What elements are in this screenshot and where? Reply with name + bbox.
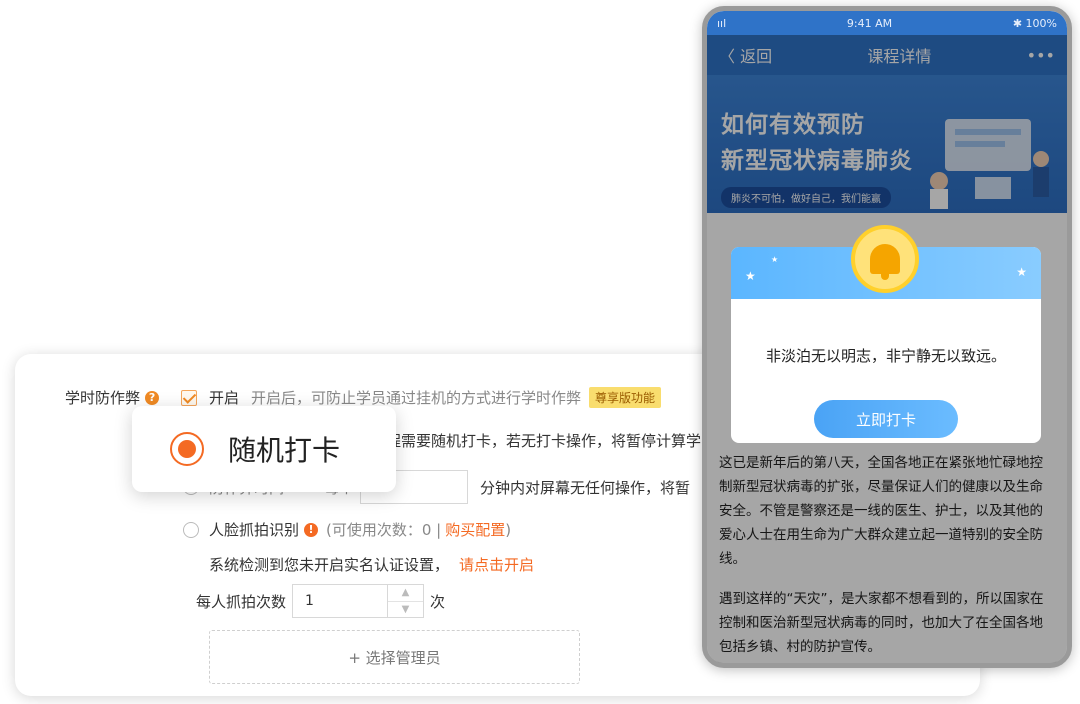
- face-capture-close: ): [505, 520, 512, 539]
- random-checkin-label: 随机打卡: [228, 434, 341, 467]
- anti-cheat-label: 学时防作弊: [65, 389, 141, 407]
- phone-mockup: ııl 9:41 AM ✱ 100% 〈 返回 课程详情 ••• 如何有效预防 …: [702, 6, 1072, 668]
- stepper-down-icon[interactable]: ▼: [388, 602, 423, 618]
- info-icon[interactable]: !: [304, 522, 319, 537]
- stepper-up-icon[interactable]: ▲: [388, 585, 424, 602]
- checkin-now-button[interactable]: 立即打卡: [814, 400, 958, 438]
- premium-badge: 尊享版功能: [589, 387, 662, 408]
- enable-description: 开启后，可防止学员通过挂机的方式进行学时作弊: [251, 389, 582, 407]
- signal-icon: ııl: [717, 16, 727, 30]
- face-capture-row: 人脸抓拍识别 ! (可使用次数：0 | 购买配置 ): [183, 519, 511, 540]
- random-checkin-radio[interactable]: [170, 432, 204, 466]
- captures-input[interactable]: 1: [292, 584, 389, 618]
- random-checkin-option[interactable]: 随机打卡: [132, 406, 396, 492]
- buy-config-link[interactable]: 购买配置: [445, 519, 505, 540]
- star-icon: ★: [1016, 265, 1027, 279]
- face-capture-label: 人脸抓拍识别: [209, 521, 300, 539]
- enable-label: 开启: [209, 389, 240, 407]
- battery-indicator: ✱ 100%: [1012, 16, 1057, 30]
- status-bar: ııl 9:41 AM ✱ 100%: [707, 11, 1067, 35]
- screenshot-stage: 学时防作弊 ? 开启 开启后，可防止学员通过挂机的方式进行学时作弊 尊享版功能 …: [0, 0, 1080, 704]
- checkin-dialog: ★ ★ ★ 非淡泊无以明志，非宁静无以致远。 立即打卡: [731, 225, 1041, 443]
- captures-row: 每人抓拍次数 1 ▲ ▼ 次: [196, 584, 445, 618]
- inactivity-suffix: 分钟内对屏幕无任何操作，将暂: [480, 478, 691, 497]
- star-icon: ★: [745, 269, 756, 283]
- dialog-message: 非淡泊无以明志，非宁静无以致远。: [765, 347, 1006, 365]
- status-time: 9:41 AM: [846, 16, 893, 30]
- random-checkin-description: 程需要随机打卡，若无打卡操作，将暂停计算学: [386, 432, 702, 450]
- enable-checkbox[interactable]: [181, 389, 198, 406]
- random-checkin-row: 程需要随机打卡，若无打卡操作，将暂停计算学: [386, 430, 701, 451]
- realname-enable-link[interactable]: 请点击开启: [459, 554, 534, 575]
- captures-label: 每人抓拍次数: [196, 592, 287, 611]
- bell-icon: [851, 225, 919, 293]
- face-capture-radio[interactable]: [183, 521, 199, 538]
- anti-cheat-row: 学时防作弊 ? 开启 开启后，可防止学员通过挂机的方式进行学时作弊 尊享版功能: [65, 387, 662, 408]
- realname-row: 系统检测到您未开启实名认证设置， 请点击开启: [209, 554, 534, 575]
- realname-notice: 系统检测到您未开启实名认证设置，: [209, 556, 450, 574]
- help-icon[interactable]: ?: [145, 390, 160, 405]
- select-admin-button[interactable]: + 选择管理员: [209, 630, 580, 684]
- captures-stepper[interactable]: ▲ ▼: [388, 584, 425, 618]
- sparkle-icon: ★: [771, 255, 779, 264]
- face-capture-usage: (可使用次数：0 |: [326, 521, 442, 539]
- captures-unit: 次: [430, 592, 446, 611]
